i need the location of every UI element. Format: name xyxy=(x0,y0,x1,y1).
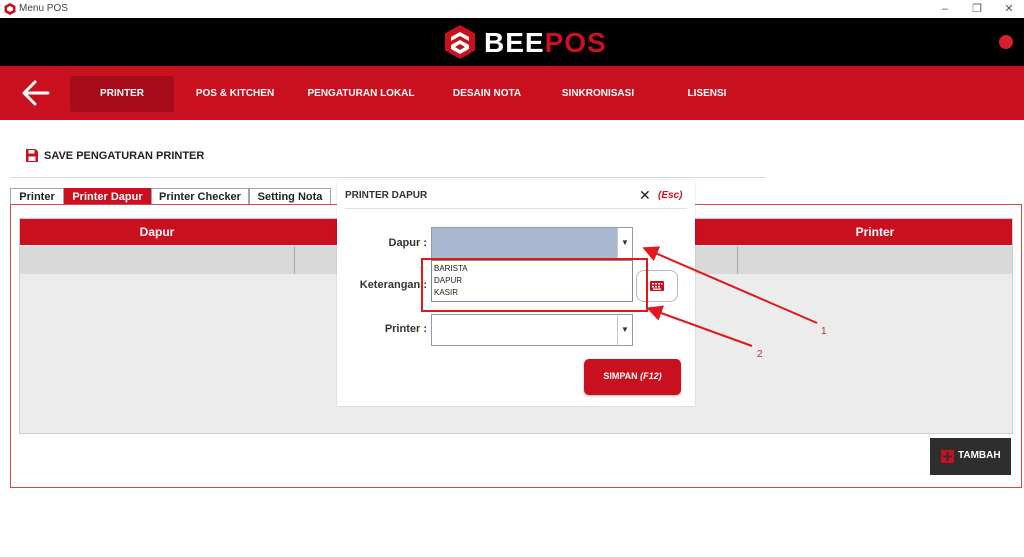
tambah-button[interactable]: TAMBAH xyxy=(930,438,1011,475)
dapur-label: Dapur : xyxy=(388,237,428,249)
printer-select[interactable]: ▼ xyxy=(431,314,633,346)
brand-bee: BEE xyxy=(484,27,545,58)
dialog-title: PRINTER DAPUR xyxy=(345,190,428,201)
floppy-disk-icon xyxy=(26,149,38,162)
subtab-printer[interactable]: Printer xyxy=(10,188,64,205)
add-icon xyxy=(941,450,954,463)
simpan-label: SIMPAN (F12) xyxy=(603,371,662,381)
app-logo-icon xyxy=(4,3,16,15)
restore-button[interactable]: ❐ xyxy=(970,2,984,16)
tab-sinkronisasi[interactable]: SINKRONISASI xyxy=(552,76,644,112)
annotation-label-2: 2 xyxy=(757,349,763,360)
back-arrow-icon[interactable] xyxy=(20,78,52,108)
tab-lisensi[interactable]: LISENSI xyxy=(672,76,742,112)
chevron-down-icon[interactable]: ▼ xyxy=(617,228,632,258)
tab-pengaturan-lokal[interactable]: PENGATURAN LOKAL xyxy=(300,76,422,112)
close-icon[interactable]: ✕ xyxy=(639,187,651,204)
close-shortcut-label[interactable]: (Esc) xyxy=(658,190,682,201)
column-separator xyxy=(737,246,738,274)
simpan-button[interactable]: SIMPAN (F12) xyxy=(584,359,681,395)
brand-pos: POS xyxy=(544,27,607,58)
annotation-highlight-box xyxy=(421,258,648,312)
column-header-printer: Printer xyxy=(855,225,895,239)
annotation-label-1: 1 xyxy=(821,326,827,337)
keyboard-icon xyxy=(650,281,664,291)
column-separator xyxy=(294,246,295,274)
app-header: BEEPOS xyxy=(0,18,1024,66)
dapur-select[interactable]: ▼ xyxy=(431,227,633,259)
tab-printer[interactable]: PRINTER xyxy=(70,76,174,112)
chevron-down-icon[interactable]: ▼ xyxy=(617,315,632,345)
tambah-label: TAMBAH xyxy=(958,450,1001,461)
subtab-setting-nota[interactable]: Setting Nota xyxy=(249,188,331,205)
keterangan-label: Keterangan : xyxy=(359,279,427,291)
minimize-button[interactable]: – xyxy=(938,2,952,16)
printer-label: Printer : xyxy=(384,323,427,335)
tab-desain-nota[interactable]: DESAIN NOTA xyxy=(445,76,529,112)
tab-pos-kitchen[interactable]: POS & KITCHEN xyxy=(190,76,280,112)
subtab-printer-dapur[interactable]: Printer Dapur xyxy=(64,188,151,205)
close-window-button[interactable]: ✕ xyxy=(1002,2,1016,16)
column-header-dapur: Dapur xyxy=(139,225,175,239)
subtab-printer-checker[interactable]: Printer Checker xyxy=(151,188,249,205)
window-title-bar: Menu POS – ❐ ✕ xyxy=(0,0,1024,18)
dialog-divider xyxy=(345,208,687,209)
save-settings-label: SAVE PENGATURAN PRINTER xyxy=(44,150,205,162)
connection-status-indicator xyxy=(999,35,1013,49)
main-nav-bar: PRINTER POS & KITCHEN PENGATURAN LOKAL D… xyxy=(0,66,1024,120)
window-title: Menu POS xyxy=(19,3,68,14)
divider xyxy=(10,177,766,178)
beepos-logo: BEEPOS xyxy=(442,24,606,60)
bee-hex-icon xyxy=(445,25,475,59)
brand-text: BEEPOS xyxy=(484,27,607,59)
